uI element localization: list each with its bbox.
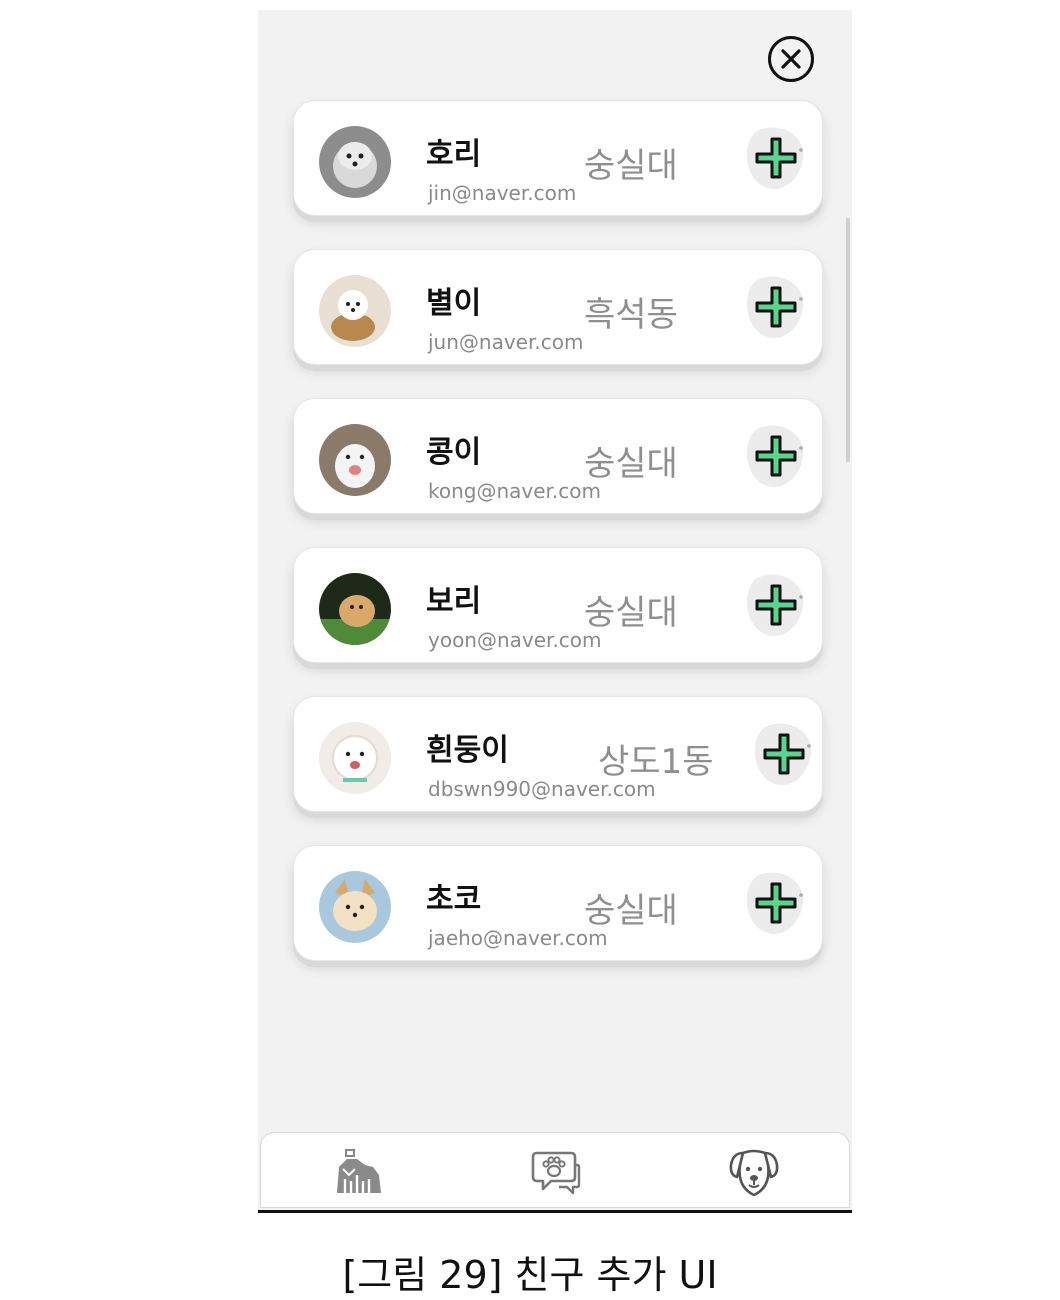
dog-avatar <box>319 871 391 943</box>
friend-place: 숭실대 <box>584 891 678 931</box>
dog-avatar <box>319 275 391 347</box>
plus-icon <box>746 872 804 935</box>
plus-icon <box>754 723 812 786</box>
friend-email: jaeho@naver.com <box>428 926 608 950</box>
friend-email: jun@naver.com <box>428 330 584 354</box>
plus-icon <box>746 127 804 190</box>
dog-avatar <box>319 573 391 645</box>
dog-avatar <box>319 126 391 198</box>
friend-place: 흑석동 <box>584 295 678 335</box>
friend-name: 보리 <box>426 584 482 619</box>
dog-avatar <box>319 424 391 496</box>
friend-card: 흰둥이 dbswn990@naver.com 상도1동 <box>293 696 823 812</box>
friend-card: 보리 yoon@naver.com 숭실대 <box>293 547 823 663</box>
close-button[interactable] <box>768 36 814 82</box>
friend-card: 호리 jin@naver.com 숭실대 <box>293 100 823 216</box>
friend-card: 초코 jaeho@naver.com 숭실대 <box>293 845 823 961</box>
nav-chat-button[interactable] <box>529 1145 583 1199</box>
friend-name: 흰둥이 <box>426 733 509 768</box>
nav-profile-button[interactable] <box>727 1145 781 1199</box>
friend-card: 콩이 kong@naver.com 숭실대 <box>293 398 823 514</box>
friend-email: yoon@naver.com <box>428 628 602 652</box>
add-friend-button[interactable] <box>743 123 809 193</box>
friend-card: 별이 jun@naver.com 흑석동 <box>293 249 823 365</box>
dog-face-icon <box>729 1149 779 1197</box>
add-friend-button[interactable] <box>743 272 809 342</box>
friend-email: kong@naver.com <box>428 479 602 503</box>
friend-place: 숭실대 <box>584 444 678 484</box>
friend-name: 초코 <box>426 882 482 917</box>
close-icon <box>781 49 801 69</box>
friend-name: 호리 <box>426 137 482 172</box>
friend-email: jin@naver.com <box>428 181 577 205</box>
friend-name: 콩이 <box>426 435 482 470</box>
friend-place: 숭실대 <box>584 593 678 633</box>
scrollbar[interactable] <box>846 218 850 462</box>
dog-avatar <box>319 722 391 794</box>
add-friend-button[interactable] <box>743 570 809 640</box>
plus-icon <box>746 425 804 488</box>
bottom-nav <box>260 1132 850 1208</box>
screen-divider <box>258 1210 852 1213</box>
add-friend-button[interactable] <box>751 719 817 789</box>
friend-place: 상도1동 <box>598 742 714 782</box>
friend-place: 숭실대 <box>584 146 678 186</box>
plus-icon <box>746 276 804 339</box>
dog-walk-icon <box>337 1149 381 1193</box>
paw-chat-icon <box>531 1151 581 1195</box>
nav-walk-button[interactable] <box>331 1145 385 1199</box>
add-friend-button[interactable] <box>743 421 809 491</box>
plus-icon <box>746 574 804 637</box>
add-friend-button[interactable] <box>743 868 809 938</box>
figure-caption: [그림 29] 친구 추가 UI <box>342 1253 718 1297</box>
friend-name: 별이 <box>426 286 482 321</box>
